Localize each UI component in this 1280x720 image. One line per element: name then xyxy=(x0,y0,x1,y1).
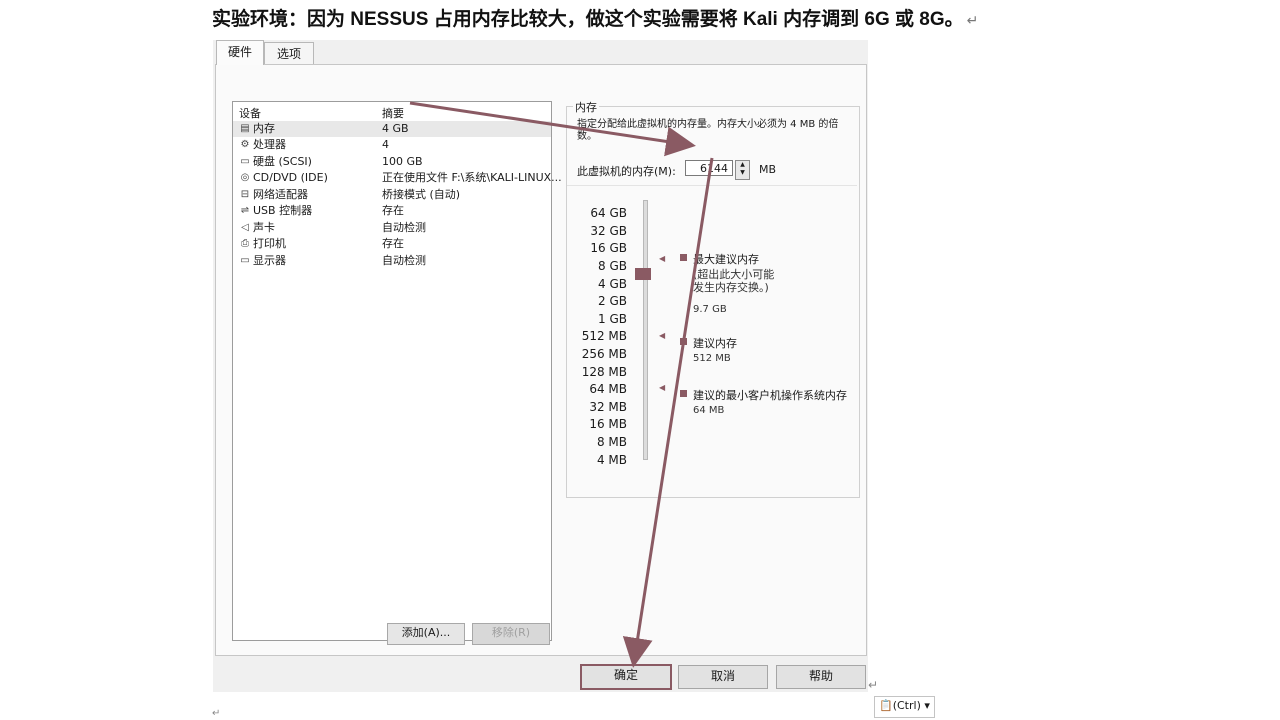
recommended-legend-icon xyxy=(680,338,687,345)
scale-label: 32 GB xyxy=(590,224,627,238)
tab-hardware[interactable]: 硬件 xyxy=(216,40,264,65)
memory-size-input[interactable]: 6144 xyxy=(685,160,733,176)
memory-field-label: 此虚拟机的内存(M): xyxy=(577,165,676,178)
max-recommended-legend-icon xyxy=(680,254,687,261)
scale-label: 4 MB xyxy=(596,453,627,467)
device-name: 显示器 xyxy=(253,254,286,267)
recommended-value: 512 MB xyxy=(693,353,731,364)
spin-up-icon[interactable]: ▲ xyxy=(740,161,745,168)
scale-label: 8 GB xyxy=(598,259,627,273)
device-name: 打印机 xyxy=(253,237,286,250)
hardware-panel: 设备 摘要 ▤ 内存 4 GB ⚙ 处理器 4 ▭ 硬盘 (SCSI) 100 … xyxy=(215,64,867,656)
device-summary: 100 GB xyxy=(382,155,423,168)
device-name: USB 控制器 xyxy=(253,204,313,217)
device-name: 网络适配器 xyxy=(253,188,308,201)
scale-label: 256 MB xyxy=(581,347,627,361)
recommended-marker-icon: ◀ xyxy=(659,331,666,340)
tab-options[interactable]: 选项 xyxy=(264,42,314,66)
scale-label: 128 MB xyxy=(581,365,627,379)
scale-label: 1 GB xyxy=(598,312,627,326)
memory-group: 内存 指定分配给此虚拟机的内存量。内存大小必须为 4 MB 的倍数。 此虚拟机的… xyxy=(566,99,860,498)
scale-label: 64 MB xyxy=(589,382,627,396)
device-summary: 存在 xyxy=(382,204,404,217)
device-row-cpu[interactable]: ⚙ 处理器 4 xyxy=(233,137,551,153)
device-row-cd[interactable]: ◎ CD/DVD (IDE) 正在使用文件 F:\系统\KALI-LINUX..… xyxy=(233,170,562,186)
min-guest-label: 建议的最小客户机操作系统内存 xyxy=(693,389,847,402)
cpu-icon: ⚙ xyxy=(240,139,250,150)
max-recommended-note: (超出此大小可能发生内存交换。) xyxy=(693,268,775,294)
device-summary: 桥接模式 (自动) xyxy=(382,188,461,201)
scale-label: 4 GB xyxy=(598,277,627,291)
clipboard-icon: 📋 xyxy=(879,699,893,712)
help-button[interactable]: 帮助 xyxy=(776,665,866,689)
device-summary: 自动检测 xyxy=(382,221,426,234)
memory-slider-track[interactable] xyxy=(643,200,648,460)
device-row-memory[interactable]: ▤ 内存 4 GB xyxy=(233,121,551,137)
memory-slider-thumb[interactable] xyxy=(635,268,651,280)
memory-slider-area: 64 GB 32 GB 16 GB 8 GB 4 GB 2 GB 1 GB 51… xyxy=(567,185,857,486)
device-row-monitor[interactable]: ▭ 显示器 自动检测 xyxy=(233,253,551,269)
column-summary: 摘要 xyxy=(382,107,404,120)
device-name: 处理器 xyxy=(253,138,286,151)
scale-label: 8 MB xyxy=(596,435,627,449)
min-guest-value: 64 MB xyxy=(693,405,725,416)
max-recommended-value: 9.7 GB xyxy=(693,304,727,315)
monitor-icon: ▭ xyxy=(240,255,250,266)
min-guest-legend-icon xyxy=(680,390,687,397)
device-summary: 正在使用文件 F:\系统\KALI-LINUX... xyxy=(382,171,562,184)
memory-unit: MB xyxy=(759,163,777,176)
vm-settings-dialog: 硬件 选项 设备 摘要 ▤ 内存 4 GB ⚙ 处理器 4 ▭ 硬盘 (SCSI… xyxy=(213,40,868,692)
device-row-printer[interactable]: ⎙ 打印机 存在 xyxy=(233,236,551,252)
recommended-label: 建议内存 xyxy=(693,337,737,350)
network-icon: ⊟ xyxy=(240,189,250,200)
max-recommended-label: 最大建议内存 xyxy=(693,253,759,266)
device-summary: 存在 xyxy=(382,237,404,250)
add-device-button[interactable]: 添加(A)... xyxy=(387,623,465,645)
device-row-disk[interactable]: ▭ 硬盘 (SCSI) 100 GB xyxy=(233,154,551,170)
column-device: 设备 xyxy=(239,107,261,120)
device-name: 内存 xyxy=(253,122,275,135)
device-summary: 4 xyxy=(382,138,389,151)
return-mark-icon: ↵ xyxy=(212,708,221,719)
device-name: 硬盘 (SCSI) xyxy=(253,155,312,168)
return-mark-icon: ↵ xyxy=(868,678,879,692)
paste-options-badge[interactable]: 📋(Ctrl) ▾ xyxy=(874,696,935,718)
device-list[interactable]: 设备 摘要 ▤ 内存 4 GB ⚙ 处理器 4 ▭ 硬盘 (SCSI) 100 … xyxy=(232,101,562,641)
min-guest-marker-icon: ◀ xyxy=(659,383,666,392)
sound-icon: ◁ xyxy=(241,222,249,233)
dropdown-arrow-icon: ▾ xyxy=(920,699,930,712)
scale-label: 512 MB xyxy=(581,329,627,343)
cd-icon: ◎ xyxy=(240,172,250,183)
cancel-button[interactable]: 取消 xyxy=(678,665,768,689)
scale-label: 16 MB xyxy=(589,417,627,431)
return-mark-icon: ↵ xyxy=(966,12,979,28)
device-name: CD/DVD (IDE) xyxy=(253,171,328,184)
scale-label: 16 GB xyxy=(590,241,627,255)
usb-icon: ⇌ xyxy=(240,205,250,216)
scale-label: 32 MB xyxy=(589,400,627,414)
remove-device-button[interactable]: 移除(R) xyxy=(472,623,550,645)
ok-button[interactable]: 确定 xyxy=(580,664,672,690)
device-row-sound[interactable]: ◁ 声卡 自动检测 xyxy=(233,220,551,236)
device-row-network[interactable]: ⊟ 网络适配器 桥接模式 (自动) xyxy=(233,187,551,203)
printer-icon: ⎙ xyxy=(241,238,249,249)
memory-spinner[interactable]: ▲ ▼ xyxy=(735,160,750,180)
ctrl-label: (Ctrl) xyxy=(892,699,921,712)
page-heading: 实验环境：因为 NESSUS 占用内存比较大，做这个实验需要将 Kali 内存调… xyxy=(212,4,978,31)
scale-label: 2 GB xyxy=(598,294,627,308)
device-summary: 自动检测 xyxy=(382,254,426,267)
device-summary: 4 GB xyxy=(382,122,409,135)
device-row-usb[interactable]: ⇌ USB 控制器 存在 xyxy=(233,203,551,219)
device-name: 声卡 xyxy=(253,221,275,234)
memory-icon: ▤ xyxy=(240,123,250,134)
memory-description: 指定分配给此虚拟机的内存量。内存大小必须为 4 MB 的倍数。 xyxy=(577,119,839,142)
max-recommended-marker-icon: ◀ xyxy=(659,254,666,263)
memory-group-title: 内存 xyxy=(573,99,599,115)
device-list-header: 设备 摘要 xyxy=(233,105,551,120)
disk-icon: ▭ xyxy=(240,156,250,167)
spin-down-icon[interactable]: ▼ xyxy=(740,169,745,176)
scale-label: 64 GB xyxy=(590,206,627,220)
heading-text: 实验环境：因为 NESSUS 占用内存比较大，做这个实验需要将 Kali 内存调… xyxy=(212,9,964,30)
